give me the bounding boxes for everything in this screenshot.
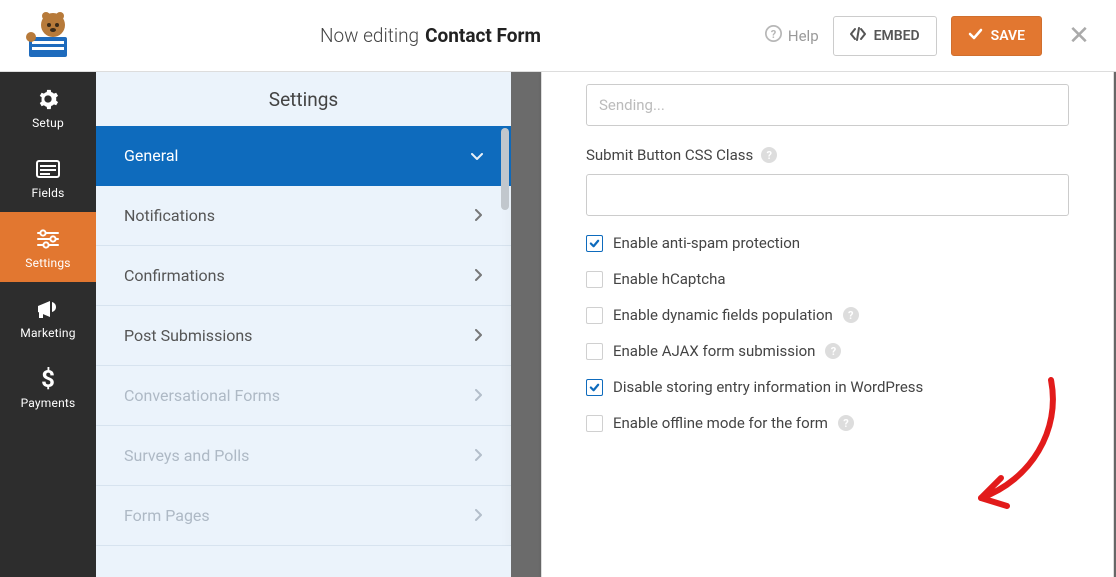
settings-item-surveys-polls[interactable]: Surveys and Polls [96, 426, 511, 486]
css-class-label-text: Submit Button CSS Class [586, 146, 753, 164]
settings-item-form-pages[interactable]: Form Pages [96, 486, 511, 546]
checkbox-label: Disable storing entry information in Wor… [613, 378, 923, 396]
nav-label: Marketing [4, 326, 92, 340]
settings-item-notifications[interactable]: Notifications [96, 186, 511, 246]
help-icon[interactable]: ? [825, 343, 841, 359]
checkbox[interactable] [586, 271, 603, 288]
settings-item-label: Form Pages [124, 506, 210, 525]
save-label: SAVE [991, 28, 1025, 44]
sliders-icon [4, 226, 92, 252]
svg-text:$: $ [41, 367, 55, 391]
dollar-icon: $ [4, 366, 92, 392]
help-icon[interactable]: ? [838, 415, 854, 431]
nav-item-payments[interactable]: $ Payments [0, 352, 96, 422]
nav-label: Setup [4, 116, 92, 130]
checkbox-row-ajax[interactable]: Enable AJAX form submission ? [586, 342, 1069, 360]
css-class-input[interactable] [586, 174, 1069, 216]
form-name: Contact Form [425, 24, 541, 47]
settings-list: General Notifications Confirmations Post… [96, 126, 511, 546]
nav-item-marketing[interactable]: Marketing [0, 282, 96, 352]
settings-item-label: Post Submissions [124, 326, 252, 345]
save-button[interactable]: SAVE [951, 16, 1042, 56]
help-link[interactable]: ? Help [765, 25, 819, 46]
settings-title: Settings [96, 72, 511, 126]
checkbox-label: Enable anti-spam protection [613, 234, 800, 252]
settings-item-label: Confirmations [124, 266, 225, 285]
help-icon[interactable]: ? [843, 307, 859, 323]
bullhorn-icon [4, 296, 92, 322]
checkbox-row-disable-storing[interactable]: Disable storing entry information in Wor… [586, 378, 1069, 396]
checkbox[interactable] [586, 415, 603, 432]
sending-placeholder: Sending... [599, 96, 665, 114]
chevron-right-icon [475, 206, 483, 225]
scrollbar-thumb[interactable] [501, 128, 509, 210]
check-icon [968, 27, 983, 45]
help-icon: ? [765, 25, 782, 46]
checkbox-row-antispam[interactable]: Enable anti-spam protection [586, 234, 1069, 252]
embed-button[interactable]: EMBED [833, 16, 937, 56]
editing-label: Now editing Contact Form [96, 24, 765, 47]
settings-item-label: Conversational Forms [124, 386, 280, 405]
checkbox-row-hcaptcha[interactable]: Enable hCaptcha [586, 270, 1069, 288]
preview-panel: Sending... Submit Button CSS Class ? Ena… [511, 72, 1116, 577]
nav-strip: Setup Fields Settings Marketing $ Paymen… [0, 72, 96, 577]
nav-label: Fields [4, 186, 92, 200]
topbar: Now editing Contact Form ? Help EMBED SA… [0, 0, 1116, 72]
settings-item-post-submissions[interactable]: Post Submissions [96, 306, 511, 366]
chevron-right-icon [475, 506, 483, 525]
checkbox[interactable] [586, 343, 603, 360]
code-icon [850, 27, 866, 45]
settings-panel: Settings General Notifications Confirmat… [96, 72, 511, 577]
checkbox-label: Enable dynamic fields population [613, 306, 833, 324]
checkbox[interactable] [586, 235, 603, 252]
sending-input[interactable]: Sending... [586, 84, 1069, 126]
close-icon: ✕ [1068, 21, 1090, 51]
topbar-actions: ? Help EMBED SAVE ✕ [765, 16, 1116, 56]
scrollbar[interactable] [499, 72, 511, 577]
chevron-right-icon [475, 386, 483, 405]
chevron-right-icon [475, 446, 483, 465]
checkbox[interactable] [586, 379, 603, 396]
nav-label: Payments [4, 396, 92, 410]
nav-item-settings[interactable]: Settings [0, 212, 96, 282]
settings-item-label: General [124, 146, 178, 165]
editing-prefix: Now editing [320, 24, 419, 47]
gear-icon [4, 86, 92, 112]
chevron-down-icon [471, 146, 483, 165]
settings-item-label: Surveys and Polls [124, 446, 249, 465]
chevron-right-icon [475, 326, 483, 345]
form-card: Sending... Submit Button CSS Class ? Ena… [541, 72, 1114, 577]
checkbox-row-offline[interactable]: Enable offline mode for the form ? [586, 414, 1069, 432]
main: Setup Fields Settings Marketing $ Paymen… [0, 72, 1116, 577]
checkbox-label: Enable offline mode for the form [613, 414, 828, 432]
nav-item-setup[interactable]: Setup [0, 72, 96, 142]
embed-label: EMBED [874, 28, 920, 44]
close-button[interactable]: ✕ [1056, 21, 1094, 51]
help-icon[interactable]: ? [761, 147, 777, 163]
chevron-right-icon [475, 266, 483, 285]
app-logo [0, 0, 96, 72]
settings-item-general[interactable]: General [96, 126, 511, 186]
svg-text:?: ? [771, 28, 777, 41]
list-icon [4, 156, 92, 182]
checkbox-label: Enable hCaptcha [613, 270, 726, 288]
css-class-label: Submit Button CSS Class ? [586, 146, 1069, 164]
help-label: Help [788, 27, 819, 45]
nav-item-fields[interactable]: Fields [0, 142, 96, 212]
settings-item-label: Notifications [124, 206, 215, 225]
checkbox-label: Enable AJAX form submission [613, 342, 815, 360]
settings-item-confirmations[interactable]: Confirmations [96, 246, 511, 306]
settings-item-conversational-forms[interactable]: Conversational Forms [96, 366, 511, 426]
checkbox[interactable] [586, 307, 603, 324]
nav-label: Settings [4, 256, 92, 270]
checkbox-row-dynamic-fields[interactable]: Enable dynamic fields population ? [586, 306, 1069, 324]
